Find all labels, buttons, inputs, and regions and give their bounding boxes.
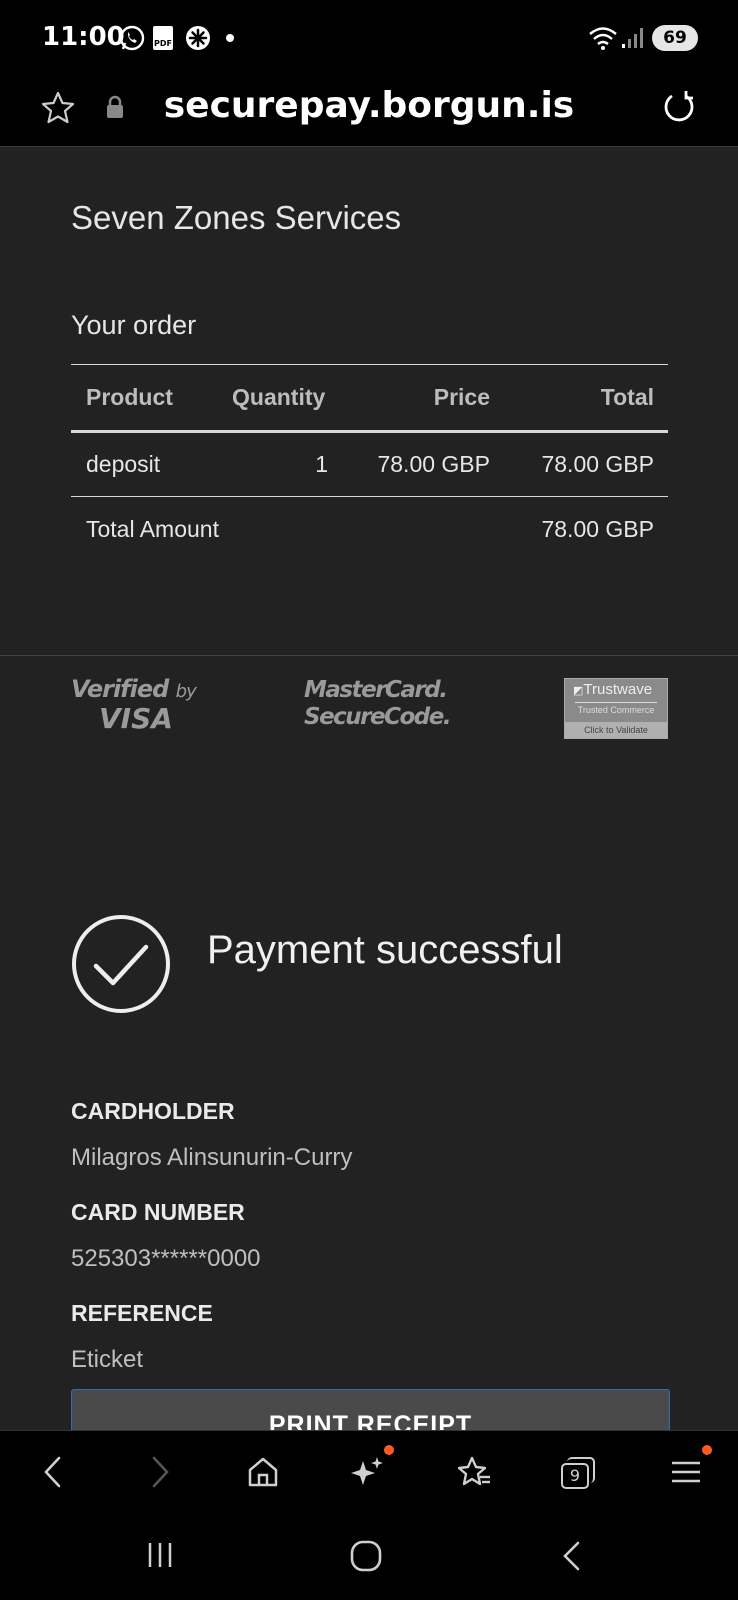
- page-content: Seven Zones Services Your order Product …: [0, 147, 738, 1430]
- trustwave-logo-icon: ◩: [573, 685, 584, 697]
- svg-text:PDF: PDF: [154, 39, 172, 48]
- menu-icon[interactable]: [670, 1455, 702, 1489]
- back-nav-icon[interactable]: [560, 1540, 584, 1572]
- forward-icon[interactable]: [145, 1455, 175, 1489]
- signal-icon: [622, 28, 643, 48]
- reference-value: Eticket: [71, 1346, 144, 1373]
- home-nav-icon[interactable]: [349, 1540, 383, 1572]
- row-total: 78.00 GBP: [541, 451, 654, 477]
- tabs-icon[interactable]: 9: [561, 1457, 595, 1489]
- cardholder-value: Milagros Alinsunurin-Curry: [71, 1144, 353, 1171]
- sparkle-icon[interactable]: [351, 1455, 385, 1489]
- back-icon[interactable]: [38, 1455, 68, 1489]
- pdf-icon: PDF: [153, 26, 173, 50]
- verified-by-visa-logo: Verified by VISA: [71, 677, 201, 737]
- card-number-label: CARD NUMBER: [71, 1199, 245, 1225]
- visa-by-text: by: [175, 681, 197, 702]
- url-text[interactable]: securepay.borgun.is: [0, 85, 738, 126]
- total-amount-value: 78.00 GBP: [541, 516, 654, 542]
- row-price: 78.00 GBP: [377, 451, 490, 477]
- row-quantity: 1: [315, 451, 328, 477]
- merchant-name: Seven Zones Services: [71, 199, 402, 236]
- reference-label: REFERENCE: [71, 1300, 213, 1326]
- trustwave-badge[interactable]: ◩Trustwave Trusted Commerce Click to Val…: [564, 678, 668, 739]
- header-product: Product: [86, 384, 173, 410]
- battery-indicator: 69: [652, 25, 698, 51]
- visa-text: VISA: [99, 702, 173, 735]
- browser-url-bar: securepay.borgun.is: [0, 72, 738, 147]
- order-title: Your order: [71, 310, 197, 340]
- header-quantity: Quantity: [232, 384, 326, 410]
- tabs-count: 9: [561, 1463, 589, 1489]
- visa-verified-text: Verified: [71, 675, 169, 703]
- recent-apps-icon[interactable]: [144, 1540, 176, 1570]
- header-total: Total: [600, 384, 654, 410]
- trustwave-sub: Trusted Commerce: [577, 705, 655, 715]
- status-bar: 11:00 PDF 69: [0, 0, 738, 72]
- mastercard-securecode-logo: MasterCard. SecureCode.: [304, 677, 464, 737]
- menu-badge-dot: [702, 1445, 712, 1455]
- wifi-icon: [589, 27, 617, 50]
- refresh-icon[interactable]: [660, 88, 698, 126]
- print-receipt-button[interactable]: PRINT RECEIPT: [71, 1389, 670, 1430]
- home-icon[interactable]: [246, 1455, 280, 1489]
- row-product: deposit: [86, 451, 161, 477]
- header-price: Price: [433, 384, 490, 410]
- browser-toolbar: 9: [0, 1430, 738, 1511]
- mc-line2: SecureCode.: [304, 704, 452, 730]
- card-number-value: 525303******0000: [71, 1245, 261, 1272]
- trustwave-cta: Click to Validate: [565, 722, 667, 738]
- bookmarks-icon[interactable]: [456, 1455, 492, 1489]
- total-amount-label: Total Amount: [86, 516, 219, 542]
- section-divider: [0, 655, 738, 656]
- whatsapp-icon: [119, 25, 145, 51]
- status-time: 11:00: [42, 22, 125, 52]
- table-row-rule: [71, 496, 668, 497]
- flower-icon: [186, 26, 210, 50]
- sparkle-badge-dot: [384, 1445, 394, 1455]
- cardholder-label: CARDHOLDER: [71, 1098, 235, 1124]
- trustwave-name: Trustwave: [583, 681, 653, 698]
- mc-line1: MasterCard.: [304, 677, 448, 703]
- payment-status-message: Payment successful: [207, 928, 563, 972]
- notification-dot: [226, 34, 234, 42]
- table-header-rule: [71, 430, 668, 433]
- table-top-rule: [71, 364, 668, 365]
- system-navigation-bar: [0, 1510, 738, 1600]
- check-circle-icon: [72, 915, 170, 1013]
